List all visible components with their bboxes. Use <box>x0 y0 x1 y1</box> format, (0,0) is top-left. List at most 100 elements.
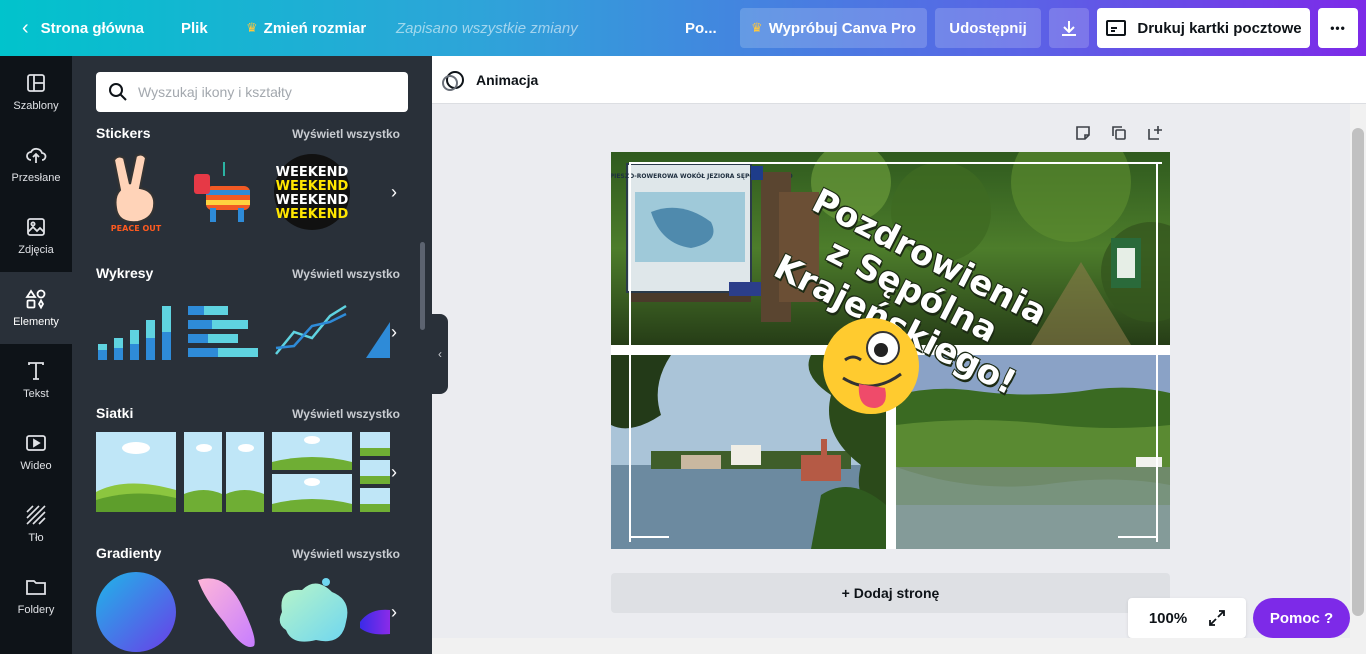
section-title: Gradienty <box>96 545 162 561</box>
sidebar-item-label: Zdjęcia <box>18 244 54 256</box>
chevron-right-icon: › <box>391 321 397 342</box>
gradient-petal-thumbnail[interactable] <box>184 572 264 652</box>
share-button[interactable]: Udostępnij <box>935 8 1041 48</box>
section-title: Wykresy <box>96 265 154 281</box>
text-icon <box>28 362 44 380</box>
grid-two-column-thumbnail[interactable] <box>184 432 264 512</box>
frame-bottom-left-line <box>629 536 669 538</box>
add-page-icon[interactable] <box>1146 124 1164 142</box>
weekend-text: WEEKEND <box>276 193 349 208</box>
sidebar-item-label: Tło <box>28 532 44 544</box>
duplicate-page-icon[interactable] <box>1110 124 1128 142</box>
sidebar-item-label: Przesłane <box>11 172 61 184</box>
section-title: Siatki <box>96 405 134 421</box>
sidebar-item-video[interactable]: Wideo <box>0 416 72 488</box>
frame-left-line <box>629 162 631 542</box>
elements-icon <box>25 289 46 310</box>
grid-single-thumbnail[interactable] <box>96 432 176 512</box>
search-input[interactable] <box>138 84 398 100</box>
frame-top-line <box>629 162 1162 164</box>
sidebar-item-label: Wideo <box>20 460 52 472</box>
more-button[interactable]: ••• <box>1318 8 1358 48</box>
sidebar-item-label: Elementy <box>13 316 59 328</box>
canvas-vertical-scrollbar[interactable] <box>1350 104 1366 638</box>
try-pro-label: Wypróbuj Canva Pro <box>768 19 916 37</box>
collapse-panel-button[interactable]: ‹ <box>432 314 448 394</box>
resize-label: Zmień rozmiar <box>263 19 367 37</box>
pinata-icon <box>194 162 250 222</box>
chevron-right-icon: › <box>391 461 397 482</box>
chart-bar-thumbnail[interactable] <box>96 292 176 372</box>
chart-line-thumbnail[interactable] <box>272 292 352 372</box>
download-button[interactable] <box>1049 8 1089 48</box>
video-icon <box>26 435 46 451</box>
show-all-link[interactable]: Wyświetl wszystko <box>292 267 400 281</box>
sidebar-item-folders[interactable]: Foldery <box>0 560 72 632</box>
next-arrow-button[interactable]: › <box>380 172 408 212</box>
gradient-blob-thumbnail[interactable] <box>272 572 352 652</box>
animation-icon <box>442 71 464 91</box>
next-arrow-button[interactable]: › <box>380 592 408 632</box>
home-label: Strona główna <box>40 19 145 37</box>
print-label: Drukuj kartki pocztowe <box>1137 19 1302 37</box>
sidebar-item-label: Tekst <box>23 388 49 400</box>
sticker-peace-out[interactable]: PEACE OUT <box>96 152 176 233</box>
sidebar-item-templates[interactable]: Szablony <box>0 56 72 128</box>
chevron-left-icon: ‹ <box>22 16 29 39</box>
show-all-link[interactable]: Wyświetl wszystko <box>292 547 400 561</box>
zoom-level: 100% <box>1148 609 1188 627</box>
weekend-text: WEEKEND <box>276 179 349 194</box>
download-icon <box>1062 21 1076 36</box>
add-page-button[interactable]: + Dodaj stronę <box>611 573 1170 613</box>
winking-tongue-emoji-sticker[interactable] <box>821 316 921 416</box>
sidebar-item-label: Szablony <box>13 100 59 112</box>
chart-hbar-thumbnail[interactable] <box>184 292 264 372</box>
sidebar-item-label: Foldery <box>17 604 55 616</box>
sidebar-item-photos[interactable]: Zdjęcia <box>0 200 72 272</box>
scroll-thumb[interactable] <box>1352 128 1364 616</box>
grid-two-row-icon <box>272 432 352 512</box>
grid-two-column-icon <box>184 432 264 512</box>
templates-icon <box>27 74 45 92</box>
animation-button[interactable]: Animacja <box>442 56 538 104</box>
help-button[interactable]: Pomoc ? <box>1253 598 1350 638</box>
search-box[interactable] <box>96 72 408 112</box>
peace-out-text: PEACE OUT <box>111 224 162 232</box>
panel-scrollbar[interactable] <box>420 242 425 330</box>
file-menu[interactable]: Plik <box>181 0 208 56</box>
sidebar-rail: Szablony Przesłane Zdjęcia Elementy Teks… <box>0 56 72 654</box>
chevron-left-icon: ‹ <box>438 347 442 361</box>
peace-hand-icon: PEACE OUT <box>111 153 162 233</box>
home-link[interactable]: ‹ Strona główna <box>22 0 144 56</box>
elements-panel: Stickers Wyświetl wszystko PEACE OUT WEE… <box>80 56 432 654</box>
next-arrow-button[interactable]: › <box>380 452 408 492</box>
sticker-weekend[interactable]: WEEKEND WEEKEND WEEKEND WEEKEND <box>272 152 352 232</box>
chevron-right-icon: › <box>391 181 397 202</box>
print-postcards-button[interactable]: Drukuj kartki pocztowe <box>1097 8 1310 48</box>
search-icon <box>109 83 127 101</box>
print-icon <box>1106 20 1127 36</box>
design-title[interactable]: Po... <box>685 0 717 56</box>
next-arrow-button[interactable]: › <box>380 312 408 352</box>
try-pro-button[interactable]: ♛ Wypróbuj Canva Pro <box>740 8 927 48</box>
fullscreen-icon[interactable] <box>1208 609 1226 627</box>
background-icon <box>26 505 46 525</box>
note-icon[interactable] <box>1074 124 1092 142</box>
horizontal-bar-chart-icon <box>188 306 258 357</box>
zoom-control[interactable]: 100% <box>1128 598 1246 638</box>
canvas-horizontal-scrollbar[interactable] <box>432 638 1366 654</box>
sidebar-item-uploads[interactable]: Przesłane <box>0 128 72 200</box>
resize-button[interactable]: ♛ Zmień rozmiar <box>246 0 366 56</box>
photo-icon <box>27 218 45 236</box>
grid-two-row-thumbnail[interactable] <box>272 432 352 512</box>
show-all-link[interactable]: Wyświetl wszystko <box>292 407 400 421</box>
frame-bottom-right-line <box>1118 536 1158 538</box>
sidebar-item-background[interactable]: Tło <box>0 488 72 560</box>
upload-cloud-icon <box>26 147 47 163</box>
sidebar-item-text[interactable]: Tekst <box>0 344 72 416</box>
bar-chart-icon <box>98 306 171 360</box>
show-all-link[interactable]: Wyświetl wszystko <box>292 127 400 141</box>
gradient-circle-thumbnail[interactable] <box>96 572 176 652</box>
sticker-pinata[interactable] <box>184 152 264 232</box>
sidebar-item-elements[interactable]: Elementy <box>0 272 72 344</box>
